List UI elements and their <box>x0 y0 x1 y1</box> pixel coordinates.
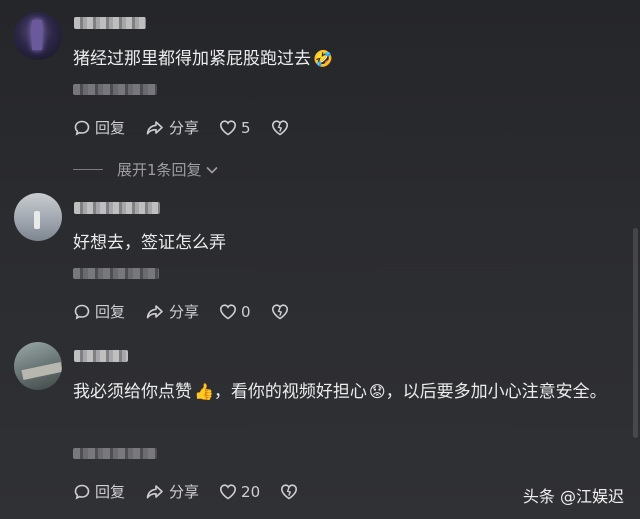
share-button[interactable]: 分享 <box>145 117 199 138</box>
comment-meta-redacted <box>73 448 157 459</box>
dislike-button[interactable] <box>271 119 289 136</box>
comment-actions: 回复 分享 5 <box>73 117 309 138</box>
comment-meta-redacted <box>73 84 157 95</box>
avatar[interactable] <box>14 342 62 390</box>
reply-button[interactable]: 回复 <box>73 481 125 502</box>
comment-actions: 回复 分享 20 <box>73 481 318 502</box>
rofl-emoji-icon: 🤣 <box>313 49 333 68</box>
share-button[interactable]: 分享 <box>145 301 199 322</box>
username-redacted[interactable] <box>74 202 160 214</box>
comment-actions: 回复 分享 0 <box>73 301 309 322</box>
username-redacted[interactable] <box>74 350 128 362</box>
worried-face-emoji-icon: 😟 <box>368 382 386 401</box>
comment-meta-redacted <box>73 268 159 279</box>
like-heart-icon <box>220 484 237 500</box>
divider <box>73 169 103 170</box>
like-button[interactable]: 20 <box>219 483 260 501</box>
dislike-heart-icon <box>271 304 288 320</box>
watermark: 头条 @江娱迟 <box>522 487 624 506</box>
reply-icon <box>74 304 90 319</box>
reply-button[interactable]: 回复 <box>73 301 125 322</box>
comment-text: 猪经过那里都得加紧屁股跑过去 🤣 <box>73 44 626 74</box>
like-count: 20 <box>241 482 261 501</box>
thumbs-up-emoji-icon: 👍 <box>194 382 214 401</box>
share-icon <box>146 120 163 134</box>
comment-text: 好想去，签证怎么弄 <box>73 233 226 253</box>
dislike-heart-icon <box>281 484 298 500</box>
like-count: 0 <box>241 302 251 321</box>
share-button[interactable]: 分享 <box>145 481 199 502</box>
like-button[interactable]: 5 <box>219 119 251 137</box>
dislike-button[interactable] <box>271 303 289 320</box>
expand-replies-button[interactable]: 展开1条回复 <box>73 159 219 180</box>
like-button[interactable]: 0 <box>219 303 251 321</box>
like-heart-icon <box>220 304 237 320</box>
comment-text: 我必须给你点赞 👍，看你的视频好担心 😟，以后要多加小心注意安全。 <box>73 377 626 407</box>
chevron-down-icon <box>205 166 218 174</box>
username-redacted[interactable] <box>74 17 146 29</box>
scrollbar[interactable] <box>633 228 638 438</box>
avatar[interactable] <box>14 193 62 241</box>
dislike-button[interactable] <box>280 483 298 500</box>
share-icon <box>146 304 163 318</box>
reply-icon <box>74 484 90 499</box>
like-heart-icon <box>220 120 237 136</box>
share-icon <box>146 484 163 498</box>
reply-icon <box>74 120 90 135</box>
like-count: 5 <box>241 118 251 137</box>
reply-button[interactable]: 回复 <box>73 117 125 138</box>
dislike-heart-icon <box>271 120 288 136</box>
avatar[interactable] <box>14 12 62 60</box>
